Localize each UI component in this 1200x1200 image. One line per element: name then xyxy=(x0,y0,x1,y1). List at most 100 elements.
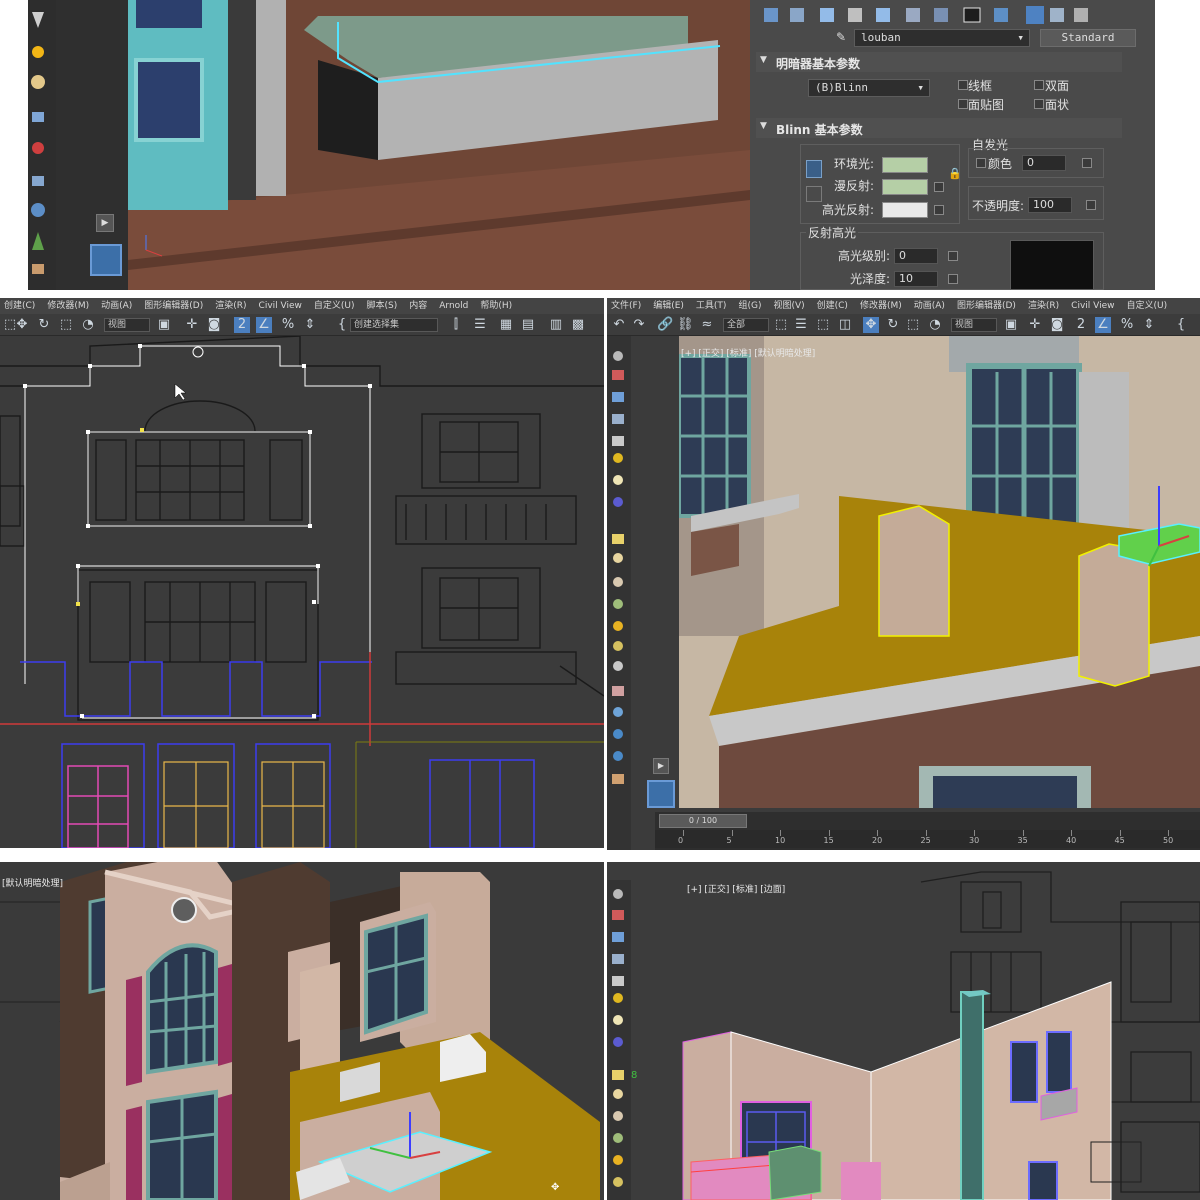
menu-item[interactable]: 图形编辑器(D) xyxy=(144,298,203,314)
viewport-top-3d[interactable] xyxy=(128,0,750,290)
scene-explorer-icon[interactable]: ▦ xyxy=(498,317,514,333)
layer-explorer-icon[interactable]: ▤ xyxy=(520,317,536,333)
rotate-icon[interactable]: ↻ xyxy=(885,317,901,333)
menu-item[interactable]: 文件(F) xyxy=(611,298,641,314)
sidebar-tool-icons[interactable] xyxy=(607,880,631,1200)
menu-item[interactable]: 图形编辑器(D) xyxy=(957,298,1016,314)
place-icon[interactable]: ◔ xyxy=(927,317,943,333)
keyboard-shortcut-icon[interactable]: ◙ xyxy=(206,317,222,333)
sidebar-tool-icons[interactable] xyxy=(607,336,631,850)
faceted-checkbox[interactable] xyxy=(1034,99,1044,109)
menu-item[interactable]: 修改器(M) xyxy=(860,298,902,314)
menu-item[interactable]: Civil View xyxy=(1071,298,1114,314)
diffuse-color-swatch[interactable] xyxy=(882,179,928,195)
menu-item[interactable]: 动画(A) xyxy=(101,298,132,314)
ambient-color-swatch[interactable] xyxy=(882,157,928,173)
pivot-icon[interactable]: ▣ xyxy=(1003,317,1019,333)
menu-item[interactable]: 帮助(H) xyxy=(480,298,512,314)
material-type-button[interactable]: Standard xyxy=(1040,29,1136,47)
timeline-ruler[interactable]: 0 5 10 15 20 25 30 35 40 45 50 xyxy=(655,830,1200,848)
timeline-slider[interactable]: 0 / 100 0 5 10 15 20 25 30 35 40 45 50 xyxy=(655,812,1200,850)
menu-item[interactable]: 编辑(E) xyxy=(653,298,684,314)
specular-map-button[interactable] xyxy=(934,205,944,215)
wire-checkbox[interactable] xyxy=(958,80,968,90)
menu-item[interactable]: Arnold xyxy=(439,298,468,314)
play-button[interactable]: ▶ xyxy=(96,214,114,232)
viewport-orthographic[interactable]: . 8 xyxy=(631,862,1200,1200)
graphite-toolset-icon[interactable]: ▥ xyxy=(548,317,564,333)
reference-coord-dropdown[interactable]: 视图 xyxy=(951,318,997,332)
keyboard-shortcut-icon[interactable]: ◙ xyxy=(1049,317,1065,333)
viewport-label[interactable]: [默认明暗处理] xyxy=(2,876,63,889)
link-icon[interactable]: 🔗 xyxy=(657,317,673,333)
time-slider-handle[interactable]: 0 / 100 xyxy=(659,814,747,828)
viewport-thumbnail-button[interactable] xyxy=(647,780,675,808)
material-toolbar-icons[interactable] xyxy=(750,2,1155,28)
menu-item[interactable]: 创建(C) xyxy=(817,298,848,314)
select-manipulate-icon[interactable]: ✛ xyxy=(1027,317,1043,333)
unlink-icon[interactable]: ⛓ xyxy=(677,317,694,333)
opacity-spinner[interactable]: 100 xyxy=(1028,197,1072,213)
edit-named-selection-icon[interactable]: { xyxy=(1173,317,1189,333)
specular-level-spinner[interactable]: 0 xyxy=(894,248,938,264)
menu-item[interactable]: 动画(A) xyxy=(914,298,945,314)
bind-space-warp-icon[interactable]: ≈ xyxy=(699,317,715,333)
self-illum-spinner[interactable]: 0 xyxy=(1022,155,1066,171)
region-select-icon[interactable]: ⬚ xyxy=(815,317,831,333)
pivot-icon[interactable]: ▣ xyxy=(156,317,172,333)
menu-item[interactable]: 渲染(R) xyxy=(1028,298,1059,314)
angle-snap-icon[interactable]: ∠ xyxy=(1095,317,1111,333)
menu-item[interactable]: 内容 xyxy=(409,298,427,314)
align-icon[interactable]: ☰ xyxy=(472,317,488,333)
reference-coord-dropdown[interactable]: 视图 xyxy=(104,318,150,332)
edit-named-selection-icon[interactable]: { xyxy=(334,317,350,333)
menu-item[interactable]: 自定义(U) xyxy=(1127,298,1168,314)
menu-item[interactable]: 修改器(M) xyxy=(47,298,89,314)
glossiness-map-button[interactable] xyxy=(948,274,958,284)
spinner-snap-icon[interactable]: ⇕ xyxy=(302,317,318,333)
curve-editor-icon[interactable]: ▩ xyxy=(570,317,586,333)
viewport-front-wireframe[interactable] xyxy=(0,336,604,848)
selection-filter-dropdown[interactable]: 全部 xyxy=(723,318,769,332)
mirror-icon[interactable]: ⫿ xyxy=(448,317,464,333)
menu-item[interactable]: 渲染(R) xyxy=(215,298,246,314)
scale-icon[interactable]: ⬚ xyxy=(58,317,74,333)
menu-item[interactable]: 创建(C) xyxy=(4,298,35,314)
face-map-checkbox[interactable] xyxy=(958,99,968,109)
menu-item[interactable]: 脚本(S) xyxy=(367,298,398,314)
viewport-perspective[interactable] xyxy=(679,336,1200,808)
spinner-snap-icon[interactable]: ⇕ xyxy=(1141,317,1157,333)
play-button[interactable]: ▶ xyxy=(653,758,669,774)
menu-item[interactable]: Civil View xyxy=(259,298,302,314)
select-by-name-icon[interactable]: ☰ xyxy=(793,317,809,333)
link-icon[interactable] xyxy=(806,186,822,202)
menu-item[interactable]: 自定义(U) xyxy=(314,298,355,314)
shader-rollout-header[interactable]: ▼ 明暗器基本参数 xyxy=(756,52,1122,72)
menu-item[interactable]: 组(G) xyxy=(738,298,761,314)
menu-item[interactable]: 工具(T) xyxy=(696,298,727,314)
percent-snap-icon[interactable]: % xyxy=(280,317,296,333)
self-illum-map-button[interactable] xyxy=(1082,158,1092,168)
snaps-toggle-icon[interactable]: 2 xyxy=(1073,317,1089,333)
material-name-field[interactable]: louban ▾ xyxy=(854,29,1030,47)
specular-level-map-button[interactable] xyxy=(948,251,958,261)
undo-icon[interactable]: ↶ xyxy=(611,317,627,333)
snaps-toggle-icon[interactable]: 2 xyxy=(234,317,250,333)
percent-snap-icon[interactable]: % xyxy=(1119,317,1135,333)
self-illum-color-checkbox[interactable] xyxy=(976,158,986,168)
angle-snap-icon[interactable]: ∠ xyxy=(256,317,272,333)
move-icon[interactable]: ✥ xyxy=(14,317,30,333)
glossiness-spinner[interactable]: 10 xyxy=(894,271,938,287)
sidebar-tool-icons[interactable] xyxy=(28,0,56,290)
viewport-isometric[interactable]: ✥ xyxy=(0,862,604,1200)
lock-ambient-diffuse-icon[interactable] xyxy=(806,160,822,178)
specular-color-swatch[interactable] xyxy=(882,202,928,218)
eyedropper-icon[interactable]: ✎ xyxy=(836,30,850,44)
viewport-label[interactable]: [+] [正交] [标准] [默认明暗处理] xyxy=(681,346,815,359)
lock-icon[interactable]: 🔒 xyxy=(948,167,962,180)
select-object-icon[interactable]: ⬚ xyxy=(773,317,789,333)
blinn-rollout-header[interactable]: ▼ Blinn 基本参数 xyxy=(756,118,1122,138)
menu-item[interactable]: 视图(V) xyxy=(773,298,804,314)
two-sided-checkbox[interactable] xyxy=(1034,80,1044,90)
move-icon[interactable]: ✥ xyxy=(863,317,879,333)
